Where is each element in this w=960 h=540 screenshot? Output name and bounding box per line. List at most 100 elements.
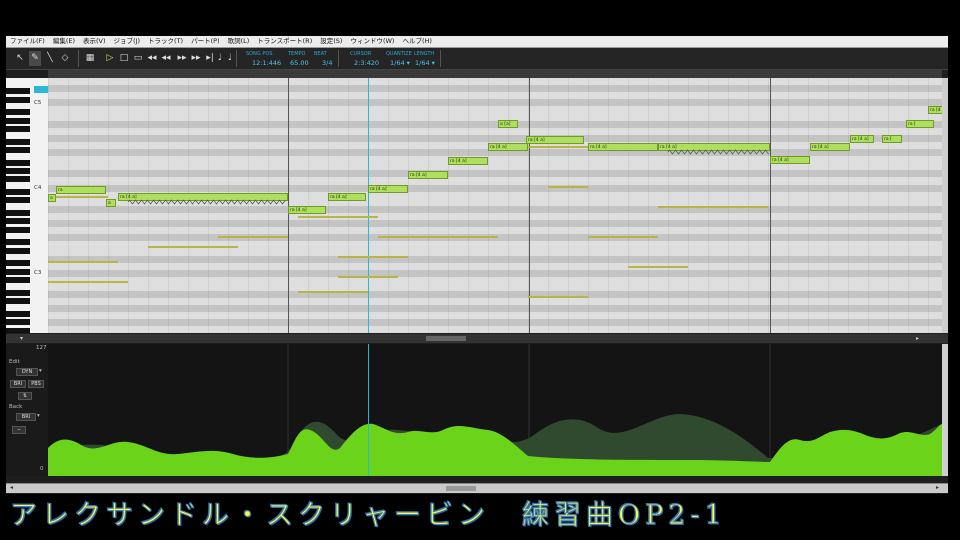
black-key[interactable]	[6, 319, 30, 326]
bottom-scrollbar[interactable]: ◂ ▸	[6, 483, 948, 493]
line-tool-icon[interactable]: ╲	[44, 51, 56, 66]
black-key[interactable]	[6, 176, 30, 183]
black-key[interactable]	[6, 109, 30, 116]
black-key[interactable]	[6, 327, 30, 333]
stop-icon[interactable]: □	[118, 51, 130, 66]
note[interactable]: ra [4 a]	[588, 143, 658, 151]
forward-icon[interactable]: ▸▸	[176, 51, 188, 66]
black-key[interactable]	[6, 197, 30, 204]
menu-item[interactable]: ヘルプ(H)	[398, 36, 435, 47]
piano-keyboard[interactable]: C5 C4 C3	[6, 78, 48, 333]
eraser-tool-icon[interactable]: ◇	[59, 51, 71, 66]
black-key[interactable]	[6, 126, 30, 132]
black-key[interactable]	[6, 147, 30, 153]
note[interactable]: a	[106, 199, 116, 207]
note[interactable]: ra [4 a]	[658, 143, 770, 151]
menu-item[interactable]: 表示(V)	[79, 36, 110, 47]
note[interactable]: ra [	[906, 120, 934, 128]
cursor-value[interactable]: 2:3:420	[354, 59, 379, 67]
menu-item[interactable]: ウィンドウ(W)	[346, 36, 398, 47]
scroll-thumb[interactable]	[426, 336, 466, 341]
punch-icon[interactable]: ♩	[224, 51, 236, 66]
piano-roll[interactable]: a ra a ra [4 a] ra [4 a] ra [4 a] ra [4 a] ra […	[48, 78, 942, 333]
black-key[interactable]	[6, 138, 30, 145]
note[interactable]: a	[48, 194, 56, 202]
menu-item[interactable]: ジョブ(J)	[110, 36, 145, 47]
menu-item[interactable]: トラック(T)	[144, 36, 187, 47]
note[interactable]: ra [	[882, 135, 902, 143]
scroll-left-icon[interactable]: ◂	[10, 484, 13, 491]
black-key[interactable]	[6, 96, 30, 103]
beat-value[interactable]: 3/4	[322, 59, 332, 67]
tempo-value[interactable]: 65.00	[290, 59, 309, 67]
edit-param-select[interactable]: DYN	[16, 368, 38, 376]
highlighted-key[interactable]	[34, 86, 48, 93]
note[interactable]: ra	[56, 186, 106, 194]
score-icon[interactable]: ▦	[84, 51, 96, 66]
playhead[interactable]	[368, 344, 369, 476]
rewind-icon[interactable]: ◂◂	[146, 51, 158, 66]
note[interactable]: ra [4 a]	[448, 157, 488, 165]
collapse-button[interactable]: −	[12, 426, 26, 434]
black-key[interactable]	[6, 239, 30, 246]
bri-button[interactable]: BRI	[10, 380, 26, 388]
black-key[interactable]	[6, 247, 30, 254]
quantize-select[interactable]: 1/64 ▾	[390, 59, 410, 67]
note[interactable]: ra [4 a]	[810, 143, 850, 151]
piano-dropdown-icon[interactable]: ▾	[20, 335, 23, 342]
black-key[interactable]	[6, 159, 30, 166]
note[interactable]: ra [4 a]	[408, 171, 448, 179]
back-dropdown-icon[interactable]: ▾	[37, 413, 40, 419]
menu-item[interactable]: ファイル(F)	[6, 36, 49, 47]
note[interactable]: ra [4 a]	[368, 185, 408, 193]
pointer-tool-icon[interactable]: ↖	[14, 51, 26, 66]
song-pos-value[interactable]: 12:1:446	[252, 59, 281, 67]
black-key[interactable]	[6, 310, 30, 317]
playhead[interactable]	[368, 78, 369, 333]
note[interactable]: ra [4 a]	[328, 193, 366, 201]
pbs-button[interactable]: PBS	[28, 380, 44, 388]
length-select[interactable]: 1/64 ▾	[415, 59, 435, 67]
black-key[interactable]	[6, 298, 30, 305]
black-key[interactable]	[6, 218, 30, 225]
black-key[interactable]	[6, 88, 30, 95]
scroll-right-icon[interactable]: ▸	[916, 335, 919, 342]
scroll-right-icon[interactable]: ▸	[936, 484, 939, 491]
back-icon[interactable]: ◂◂	[160, 51, 172, 66]
play-icon[interactable]: ▷	[104, 51, 116, 66]
note[interactable]: ra [4 a]	[288, 206, 326, 214]
dynamics-control-track[interactable]	[48, 344, 942, 476]
menu-item[interactable]: 歌詞(L)	[224, 36, 254, 47]
black-key[interactable]	[6, 289, 30, 296]
note[interactable]: ra [4 a]	[928, 106, 942, 114]
edit-dropdown-icon[interactable]: ▾	[39, 368, 42, 374]
black-key[interactable]	[6, 277, 30, 284]
horizontal-scrollbar[interactable]: ▾ ▸	[6, 334, 948, 343]
note[interactable]: ra [4 a]	[770, 156, 810, 164]
black-key[interactable]	[6, 268, 30, 275]
bottom-scroll-thumb[interactable]	[446, 486, 476, 491]
fast-forward-icon[interactable]: ▸▸	[190, 51, 202, 66]
control-vertical-scrollbar[interactable]	[942, 344, 948, 476]
black-key[interactable]	[6, 210, 30, 216]
dynamics-graph[interactable]	[48, 344, 942, 476]
note[interactable]: ra [4 a]	[118, 193, 288, 201]
note[interactable]: a [a]	[498, 120, 518, 128]
pencil-tool-icon[interactable]: ✎	[29, 51, 41, 66]
menu-item[interactable]: 設定(S)	[316, 36, 346, 47]
vertical-scrollbar[interactable]	[942, 78, 948, 333]
swap-button[interactable]: ⇅	[18, 392, 32, 400]
black-key[interactable]	[6, 189, 30, 195]
black-key[interactable]	[6, 168, 30, 174]
back-param-select[interactable]: BRI	[16, 413, 36, 421]
note[interactable]: ra [4 a]	[526, 136, 584, 144]
black-key[interactable]	[6, 260, 30, 267]
note[interactable]: ra [4 a]	[850, 135, 874, 143]
menu-item[interactable]: トランスポート(R)	[253, 36, 316, 47]
black-key[interactable]	[6, 226, 30, 233]
black-key[interactable]	[6, 117, 30, 124]
menu-item[interactable]: 編集(E)	[49, 36, 79, 47]
loop-icon[interactable]: ▭	[132, 51, 144, 66]
note[interactable]: ra [4 a]	[488, 143, 528, 151]
menu-item[interactable]: パート(P)	[187, 36, 224, 47]
